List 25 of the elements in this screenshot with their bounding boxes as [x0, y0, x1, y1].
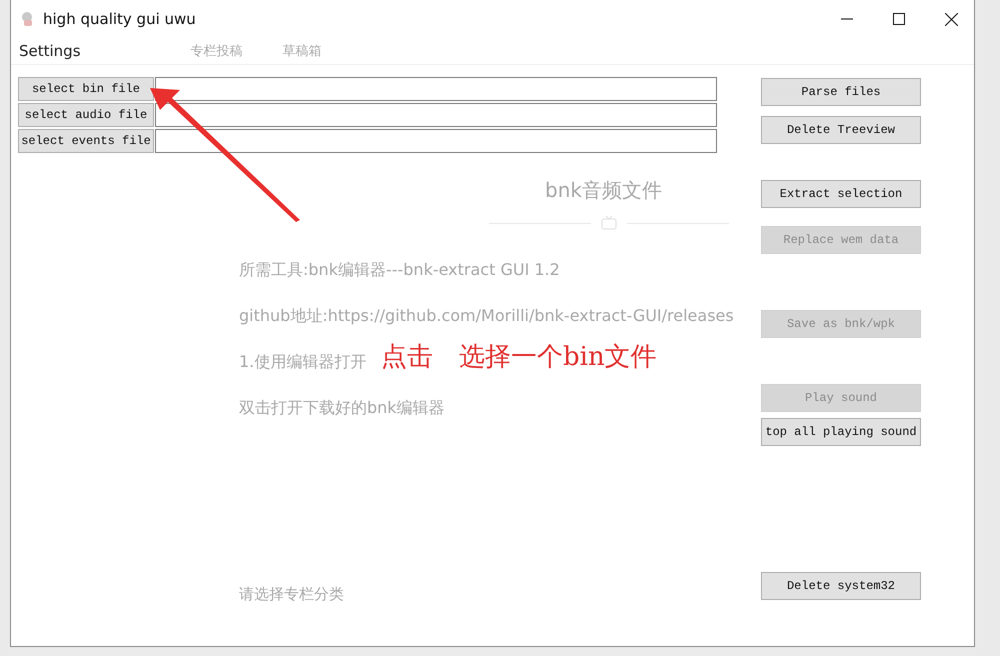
action-button[interactable]: Parse files [761, 78, 921, 106]
article-paragraph: github地址:https://github.com/Morilli/bnk-extract-GUI/releases [239, 306, 734, 327]
annotation-text: 点击 选择一个bin文件 [381, 341, 657, 374]
select-file-button[interactable]: select events file [18, 129, 154, 153]
select-file-button[interactable]: select bin file [18, 77, 154, 101]
window-title: high quality gui uwu [43, 10, 197, 28]
action-button[interactable]: Delete Treeview [761, 116, 921, 144]
tv-icon [601, 216, 617, 230]
action-button[interactable]: Delete system32 [761, 572, 921, 600]
file-path-field[interactable] [155, 103, 717, 127]
action-button[interactable]: top all playing sound [761, 418, 921, 446]
menu-item[interactable]: Settings [19, 42, 81, 60]
article-paragraph: 双击打开下载好的bnk编辑器 [239, 398, 445, 419]
background-tab-label: 专栏投稿 [190, 43, 243, 60]
category-hint: 请选择专栏分类 [239, 585, 344, 604]
article-paragraph: 1.使用编辑器打开 [239, 352, 366, 373]
action-button[interactable]: Extract selection [761, 180, 921, 208]
article-title: bnk音频文件 [545, 177, 662, 204]
background-tab-label: 草稿箱 [282, 43, 322, 60]
file-path-field[interactable] [155, 129, 717, 153]
select-file-button[interactable]: select audio file [18, 103, 154, 127]
close-icon [944, 12, 958, 26]
file-path-field[interactable] [155, 77, 717, 101]
maximize-icon [893, 13, 905, 25]
article-paragraph: 所需工具:bnk编辑器---bnk-extract GUI 1.2 [239, 260, 560, 281]
